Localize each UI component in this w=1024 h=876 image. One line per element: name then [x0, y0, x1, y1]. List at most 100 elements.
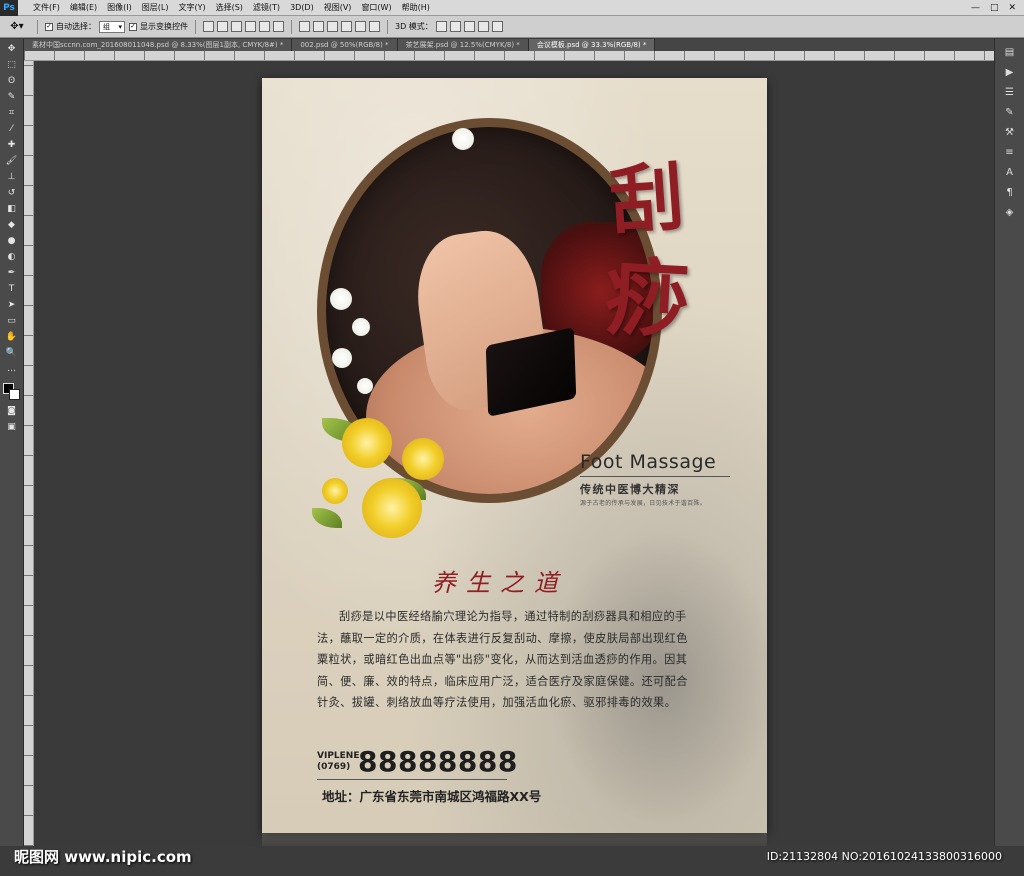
phone-label: VIPLENE (0769): [317, 751, 359, 773]
document-tab[interactable]: 素材中国sccnn.com_201608011048.psd @ 8.33%(图…: [24, 39, 293, 51]
menu-help[interactable]: 帮助(H): [397, 2, 435, 13]
align-left-icon[interactable]: [245, 21, 256, 32]
align-hcenter-icon[interactable]: [259, 21, 270, 32]
document-tab-active[interactable]: 会议模板.psd @ 33.3%(RGB/8) *: [528, 39, 656, 51]
quick-select-tool-icon[interactable]: ✎: [4, 91, 20, 103]
menu-file[interactable]: 文件(F): [28, 2, 65, 13]
brush-panel-icon[interactable]: ✎: [1003, 107, 1017, 119]
blur-tool-icon[interactable]: ●: [4, 235, 20, 247]
distribute-left-icon[interactable]: [341, 21, 352, 32]
menu-type[interactable]: 文字(Y): [173, 2, 210, 13]
channels-panel-icon[interactable]: ≡: [1003, 147, 1017, 159]
3d-rotate-icon[interactable]: [435, 21, 447, 32]
body-line: 粟粒状，或暗红色出血点等"出痧"变化，从而达到活血透痧的作用。因其: [317, 653, 688, 666]
menu-view[interactable]: 视图(V): [319, 2, 357, 13]
brush-tool-icon[interactable]: 🖌: [4, 155, 20, 167]
screen-mode-icon[interactable]: ▣: [4, 421, 20, 433]
divider: [387, 19, 388, 34]
panels-strip: ▤ ▶ ☰ ✎ ⚒ ≡ A ¶ ◈: [994, 39, 1024, 846]
align-bottom-icon[interactable]: [231, 21, 242, 32]
tagline-sub: 源于古老的传承与发展，日见技术于谐百殊。: [580, 500, 707, 507]
tool-presets-icon[interactable]: ⚒: [1003, 127, 1017, 139]
actions-panel-icon[interactable]: ▶: [1003, 67, 1017, 79]
distribute-right-icon[interactable]: [369, 21, 380, 32]
auto-select-label: 自动选择：: [56, 22, 96, 31]
title-underline: [580, 476, 730, 477]
history-panel-icon[interactable]: ▤: [1003, 47, 1017, 59]
character-panel-icon[interactable]: A: [1003, 167, 1017, 179]
leaf: [312, 508, 342, 528]
adjustments-panel-icon[interactable]: ☰: [1003, 87, 1017, 99]
3d-slide-icon[interactable]: [477, 21, 489, 32]
horizontal-ruler[interactable]: [24, 51, 994, 61]
color-swatches[interactable]: [2, 383, 21, 401]
auto-select-checkbox[interactable]: ✓: [45, 22, 53, 31]
phone-number: 88888888: [358, 745, 518, 778]
align-right-icon[interactable]: [273, 21, 284, 32]
eyedropper-tool-icon[interactable]: ⁄: [4, 123, 20, 135]
align-top-icon[interactable]: [203, 21, 214, 32]
document-tab[interactable]: 茶艺展架.psd @ 12.5%(CMYK/8) *: [397, 39, 529, 51]
menu-filter[interactable]: 滤镜(T): [248, 2, 285, 13]
menu-window[interactable]: 窗口(W): [356, 2, 396, 13]
canvas-area[interactable]: 刮 痧 Foot Massage 传统中医博大精深 源于古老的传承与发展，日见技…: [34, 61, 994, 846]
lasso-tool-icon[interactable]: ʘ: [4, 75, 20, 87]
body-line: 法，蘸取一定的介质，在体表进行反复刮动、摩擦，使皮肤局部出现红色: [317, 631, 688, 645]
distribute-bottom-icon[interactable]: [327, 21, 338, 32]
marquee-tool-icon[interactable]: ⬚: [4, 59, 20, 71]
align-buttons: [203, 21, 284, 32]
poster-document[interactable]: 刮 痧 Foot Massage 传统中医博大精深 源于古老的传承与发展，日见技…: [262, 78, 767, 833]
3d-drag-icon[interactable]: [463, 21, 475, 32]
auto-select-dropdown[interactable]: 组: [99, 20, 125, 33]
menu-image[interactable]: 图像(I): [102, 2, 137, 13]
document-tab[interactable]: 002.psd @ 50%(RGB/8) *: [292, 39, 398, 51]
close-button[interactable]: ✕: [1008, 3, 1016, 13]
zoom-tool-icon[interactable]: 🔍: [4, 347, 20, 359]
distribute-buttons: [299, 21, 380, 32]
paint-bucket-tool-icon[interactable]: ◆: [4, 219, 20, 231]
yellow-flower: [322, 478, 348, 504]
background-color[interactable]: [8, 389, 20, 400]
healing-brush-tool-icon[interactable]: ✚: [4, 139, 20, 151]
poster-reflection: [262, 833, 767, 846]
3d-roll-icon[interactable]: [449, 21, 461, 32]
distribute-top-icon[interactable]: [299, 21, 310, 32]
distribute-hcenter-icon[interactable]: [355, 21, 366, 32]
crop-tool-icon[interactable]: ⌗: [4, 107, 20, 119]
hand-tool-icon[interactable]: ✋: [4, 331, 20, 343]
3d-mode-label: 3D 模式：: [395, 22, 433, 31]
show-transform-checkbox[interactable]: ✓: [129, 22, 137, 31]
quick-mask-icon[interactable]: ◙: [4, 405, 20, 417]
minimize-button[interactable]: —: [971, 3, 980, 13]
move-tool-preset-icon[interactable]: ✥▾: [4, 19, 30, 35]
menu-edit[interactable]: 编辑(E): [65, 2, 102, 13]
3d-panel-icon[interactable]: ◈: [1003, 207, 1017, 219]
align-vcenter-icon[interactable]: [217, 21, 228, 32]
3d-scale-icon[interactable]: [491, 21, 503, 32]
paragraph-panel-icon[interactable]: ¶: [1003, 187, 1017, 199]
path-select-tool-icon[interactable]: ➤: [4, 299, 20, 311]
menu-layer[interactable]: 图层(L): [137, 2, 174, 13]
options-bar: ✥▾ ✓ 自动选择： 组 ✓ 显示变换控件 3D 模式：: [0, 16, 1024, 38]
vertical-ruler[interactable]: [24, 61, 34, 846]
move-tool-icon[interactable]: ✥: [4, 43, 20, 55]
type-tool-icon[interactable]: T: [4, 283, 20, 295]
menu-select[interactable]: 选择(S): [211, 2, 248, 13]
tagline: 传统中医博大精深: [580, 483, 680, 496]
menu-3d[interactable]: 3D(D): [285, 3, 319, 12]
show-transform-label: 显示变换控件: [140, 22, 188, 31]
body-line: 简、便、廉、效的特点，临床应用广泛，适合医疗及家庭保健。还可配合: [317, 674, 688, 688]
watermark-logo: 昵图网 www.nipic.com: [14, 848, 192, 866]
maximize-button[interactable]: □: [990, 3, 999, 13]
more-tools-icon[interactable]: …: [4, 363, 20, 375]
distribute-vcenter-icon[interactable]: [313, 21, 324, 32]
photoshop-logo[interactable]: Ps: [0, 0, 18, 16]
show-transform-group: ✓ 显示变换控件: [129, 21, 188, 32]
eraser-tool-icon[interactable]: ◧: [4, 203, 20, 215]
pen-tool-icon[interactable]: ✒: [4, 267, 20, 279]
dodge-tool-icon[interactable]: ◐: [4, 251, 20, 263]
history-brush-tool-icon[interactable]: ↺: [4, 187, 20, 199]
divider: [37, 19, 38, 34]
shape-tool-icon[interactable]: ▭: [4, 315, 20, 327]
stamp-tool-icon[interactable]: ⊥: [4, 171, 20, 183]
